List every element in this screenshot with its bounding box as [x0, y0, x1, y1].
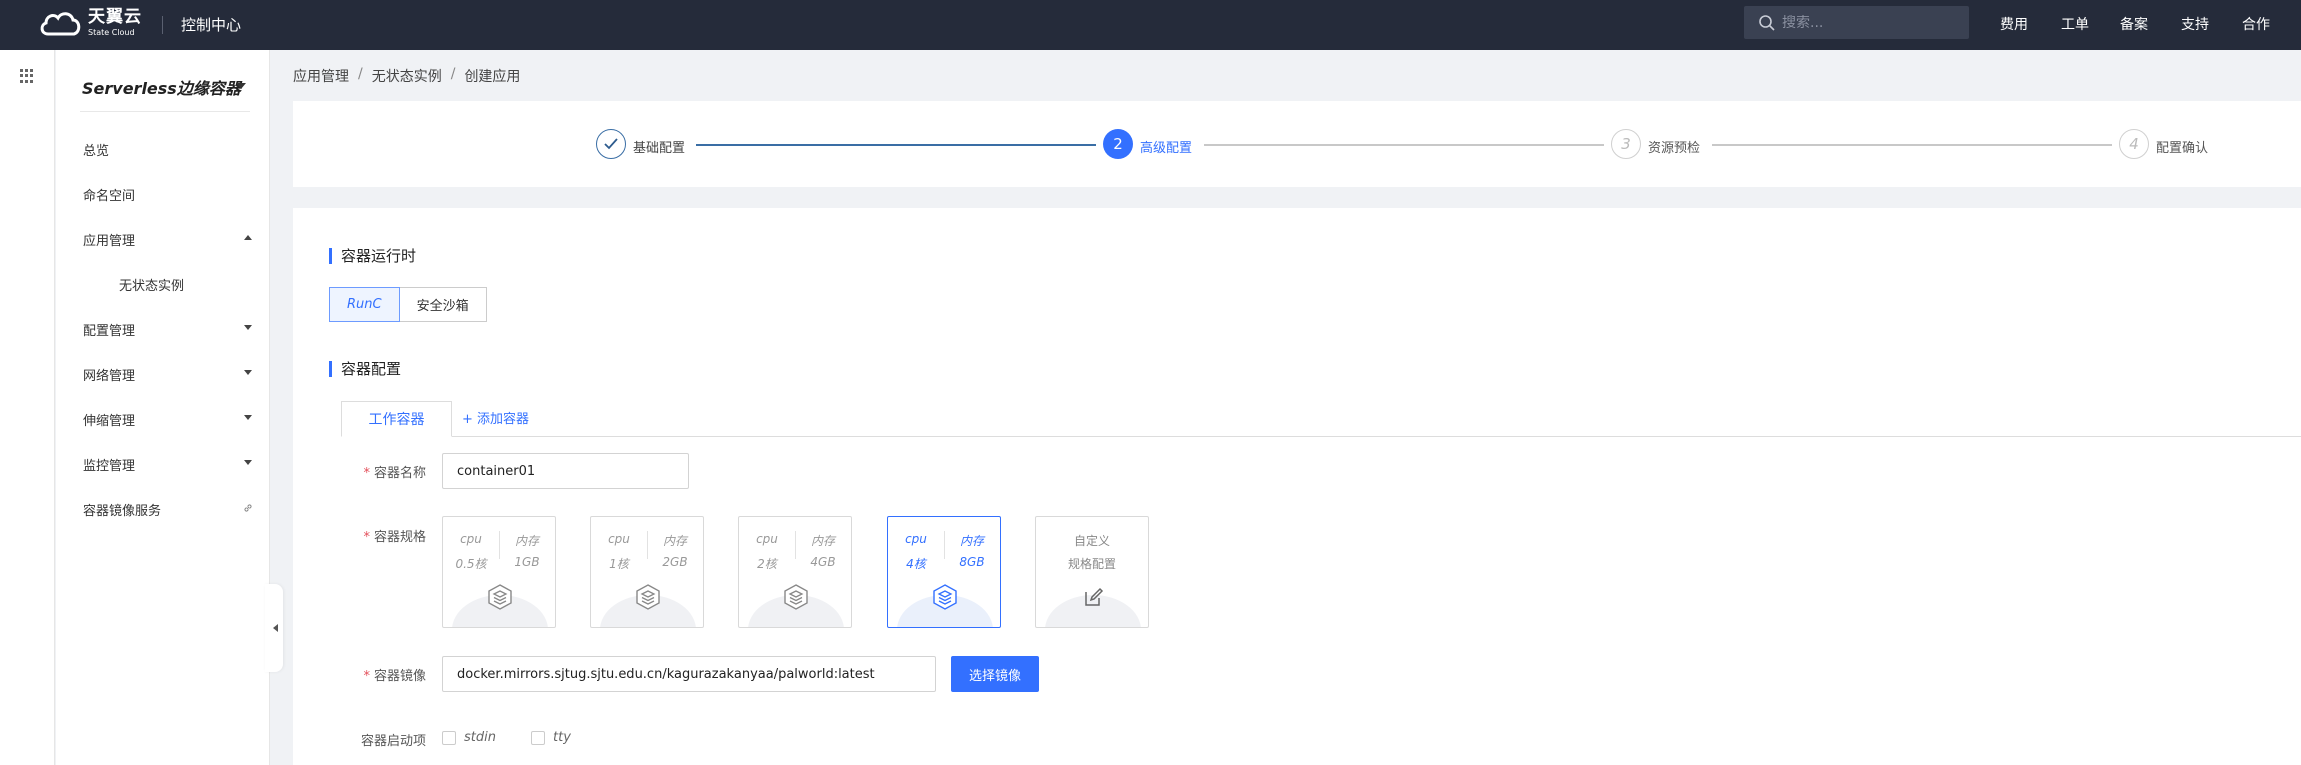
brand-name: 天翼云	[88, 7, 142, 27]
stepper: 基础配置 2 高级配置 3 资源预检 4 配置确认	[293, 101, 2301, 187]
step-connector	[1712, 144, 2112, 146]
chevron-up-icon[interactable]	[244, 235, 252, 240]
sidebar-item-app-management[interactable]: 应用管理	[83, 230, 135, 249]
sidebar-item-stateless[interactable]: 无状态实例	[119, 275, 184, 294]
container-image-label: * 容器镜像	[363, 669, 426, 684]
step-connector	[1204, 144, 1604, 146]
nav-fees[interactable]: 费用	[2000, 14, 2028, 34]
step-4-label: 配置确认	[2156, 141, 2209, 156]
sidebar-item-monitoring[interactable]: 监控管理	[83, 455, 135, 474]
stdin-checkbox[interactable]: stdin	[442, 730, 496, 745]
nav-filing[interactable]: 备案	[2120, 14, 2148, 34]
divider	[162, 16, 163, 34]
section-title-runtime: 容器运行时	[329, 248, 416, 264]
top-navbar: 天翼云 State Cloud 控制中心 费用 工单 备案 支持 合作	[0, 0, 2301, 50]
external-link-icon[interactable]	[242, 502, 254, 514]
chevron-down-icon[interactable]	[236, 83, 246, 89]
step-1-done	[596, 129, 626, 159]
chevron-down-icon[interactable]	[244, 370, 252, 375]
sidebar-item-overview[interactable]: 总览	[83, 140, 109, 159]
chevron-left-icon	[273, 624, 278, 632]
breadcrumb-app-management[interactable]: 应用管理	[293, 66, 349, 86]
container-name-label: * 容器名称	[363, 466, 426, 481]
runtime-selector: RunC 安全沙箱	[329, 287, 487, 322]
sidebar: Serverless边缘容器 总览 命名空间 应用管理 无状态实例 配置管理 网…	[56, 50, 270, 765]
edit-icon	[1085, 587, 1104, 606]
startup-options-label: 容器启动项	[360, 734, 426, 749]
spec-card-0-5c-1g[interactable]: cpu 内存 0.5核 1GB	[442, 516, 556, 628]
search-box[interactable]	[1744, 6, 1969, 39]
spec-card-2c-4g[interactable]: cpu 内存 2核 4GB	[738, 516, 852, 628]
sidebar-item-registry[interactable]: 容器镜像服务	[83, 500, 161, 519]
step-3-pending: 3	[1611, 129, 1641, 159]
cloud-logo-icon	[40, 12, 81, 36]
create-app-form: 容器运行时 RunC 安全沙箱 容器配置 工作容器 + 添加容器 *容器名称 *…	[293, 208, 2301, 765]
product-rail	[0, 50, 55, 765]
select-image-button[interactable]: 选择镜像	[951, 656, 1040, 692]
step-2-label: 高级配置	[1140, 141, 1193, 156]
section-title-container-config: 容器配置	[329, 361, 401, 377]
nav-support[interactable]: 支持	[2181, 14, 2209, 34]
container-image-input[interactable]	[442, 656, 936, 692]
product-switcher[interactable]: Serverless边缘容器	[82, 75, 241, 99]
chevron-down-icon[interactable]	[244, 415, 252, 420]
console-title[interactable]: 控制中心	[181, 14, 241, 35]
cube-stack-icon	[636, 584, 660, 610]
brand-logo[interactable]: 天翼云 State Cloud	[38, 8, 142, 38]
container-name-input[interactable]	[442, 453, 689, 489]
tabs-underline	[448, 436, 2301, 437]
chevron-down-icon[interactable]	[244, 460, 252, 465]
step-connector	[696, 144, 1096, 146]
sidebar-item-scaling[interactable]: 伸缩管理	[83, 410, 135, 429]
nav-partners[interactable]: 合作	[2242, 14, 2270, 34]
runtime-option-sandbox[interactable]: 安全沙箱	[399, 287, 487, 322]
step-1-label: 基础配置	[633, 141, 686, 156]
spec-card-4c-8g-selected[interactable]: cpu 内存 4核 8GB	[887, 516, 1001, 628]
step-4-pending: 4	[2119, 129, 2149, 159]
cube-stack-icon	[784, 584, 808, 610]
search-icon	[1759, 14, 1775, 31]
cube-stack-icon	[488, 584, 512, 610]
container-spec-label: * 容器规格	[363, 530, 426, 545]
breadcrumb-stateless[interactable]: 无状态实例	[372, 66, 442, 86]
breadcrumb-create-app: 创建应用	[464, 69, 521, 85]
divider	[80, 111, 250, 112]
sidebar-item-namespace[interactable]: 命名空间	[83, 185, 135, 204]
step-2-active: 2	[1103, 129, 1133, 159]
brand-name-en: State Cloud	[88, 28, 135, 37]
nav-tickets[interactable]: 工单	[2061, 14, 2089, 34]
spec-card-1c-2g[interactable]: cpu 内存 1核 2GB	[590, 516, 704, 628]
chevron-down-icon[interactable]	[244, 325, 252, 330]
sidebar-item-config[interactable]: 配置管理	[83, 320, 135, 339]
runtime-option-runc[interactable]: RunC	[329, 287, 400, 322]
add-container-button[interactable]: + 添加容器	[462, 408, 529, 427]
sidebar-item-network[interactable]: 网络管理	[83, 365, 135, 384]
cube-stack-icon	[933, 584, 957, 610]
breadcrumb: 应用管理 / 无状态实例 / 创建应用	[293, 66, 521, 86]
sidebar-collapse-button[interactable]	[265, 584, 283, 672]
check-icon	[604, 138, 618, 150]
apps-grid-icon[interactable]	[20, 69, 34, 83]
search-input[interactable]	[1782, 14, 1962, 31]
spec-card-custom[interactable]: 自定义 规格配置	[1035, 516, 1149, 628]
step-3-label: 资源预检	[1648, 141, 1701, 156]
tab-work-container[interactable]: 工作容器	[341, 401, 452, 437]
tty-checkbox[interactable]: tty	[531, 730, 571, 745]
